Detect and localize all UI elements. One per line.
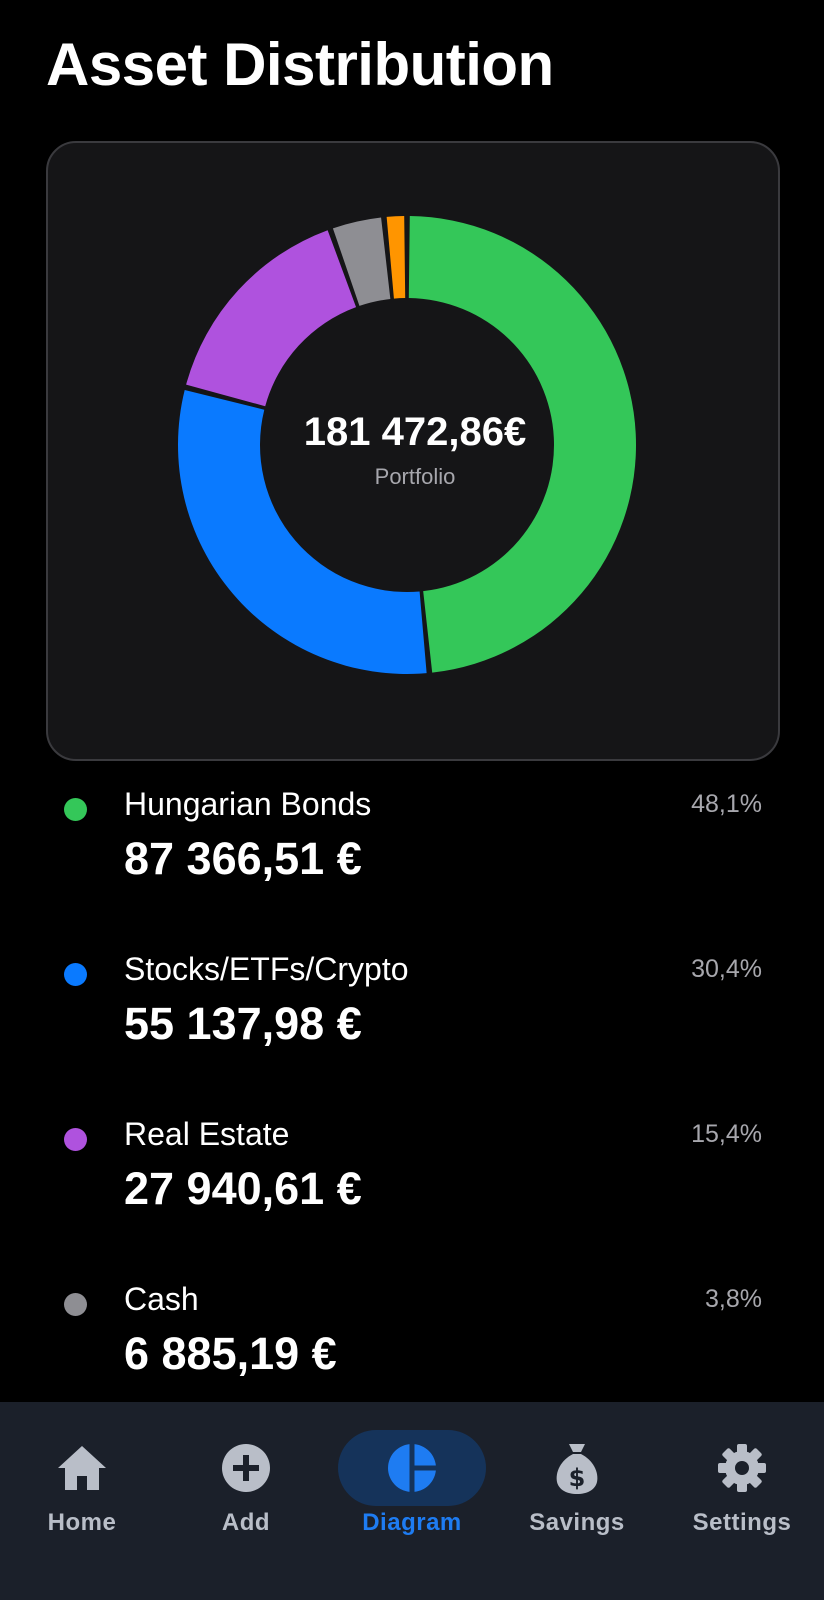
home-icon: [58, 1446, 106, 1490]
asset-distribution-screen: Asset Distribution 181 472,86€ Portfolio…: [0, 0, 824, 1600]
gear-icon: [718, 1444, 766, 1492]
legend-item-real-estate[interactable]: Real Estate 27 940,61 € 15,4%: [0, 1100, 824, 1250]
svg-text:$: $: [569, 1464, 586, 1492]
pie-chart-icon: [388, 1442, 438, 1494]
nav-label-settings: Settings: [692, 1509, 792, 1536]
asset-amount: 55 137,98 €: [124, 998, 362, 1049]
nav-label-home: Home: [47, 1509, 117, 1536]
legend-dot: [64, 963, 87, 986]
donut-slice-other[interactable]: [386, 216, 406, 299]
page-title: Asset Distribution: [46, 31, 554, 98]
asset-percent: 15,4%: [691, 1120, 762, 1148]
donut-slice-real-estate[interactable]: [186, 230, 357, 407]
legend-item-cash[interactable]: Cash 6 885,19 € 3,8%: [0, 1265, 824, 1415]
portfolio-total: 181 472,86€: [303, 410, 527, 454]
legend-dot: [64, 1293, 87, 1316]
add-circle-icon: [222, 1444, 270, 1492]
bottom-navigation-bar: Home Add Diagram $ Savings Settings: [0, 1402, 824, 1600]
asset-name: Cash: [124, 1281, 199, 1317]
asset-amount: 6 885,19 €: [124, 1328, 337, 1379]
nav-item-settings[interactable]: Settings: [660, 1402, 824, 1600]
nav-label-diagram: Diagram: [362, 1509, 462, 1536]
legend-dot: [64, 798, 87, 821]
portfolio-label: Portfolio: [374, 464, 456, 489]
asset-amount: 87 366,51 €: [124, 833, 362, 884]
nav-item-diagram[interactable]: Diagram: [330, 1402, 494, 1600]
nav-item-add[interactable]: Add: [164, 1402, 328, 1600]
asset-percent: 30,4%: [691, 955, 762, 983]
legend-dot: [64, 1128, 87, 1151]
legend-item-stocks-etfs-crypto[interactable]: Stocks/ETFs/Crypto 55 137,98 € 30,4%: [0, 935, 824, 1085]
legend-item-hungarian-bonds[interactable]: Hungarian Bonds 87 366,51 € 48,1%: [0, 770, 824, 920]
nav-item-savings[interactable]: $ Savings: [495, 1402, 659, 1600]
asset-name: Stocks/ETFs/Crypto: [124, 951, 409, 987]
nav-label-savings: Savings: [529, 1509, 625, 1536]
chart-card: 181 472,86€ Portfolio: [46, 141, 780, 761]
nav-item-home[interactable]: Home: [0, 1402, 164, 1600]
asset-name: Hungarian Bonds: [124, 786, 372, 822]
money-bag-icon: $: [556, 1444, 598, 1494]
asset-percent: 48,1%: [691, 790, 762, 818]
nav-label-add: Add: [221, 1509, 271, 1536]
asset-name: Real Estate: [124, 1116, 290, 1152]
asset-percent: 3,8%: [705, 1285, 762, 1313]
asset-amount: 27 940,61 €: [124, 1163, 362, 1214]
